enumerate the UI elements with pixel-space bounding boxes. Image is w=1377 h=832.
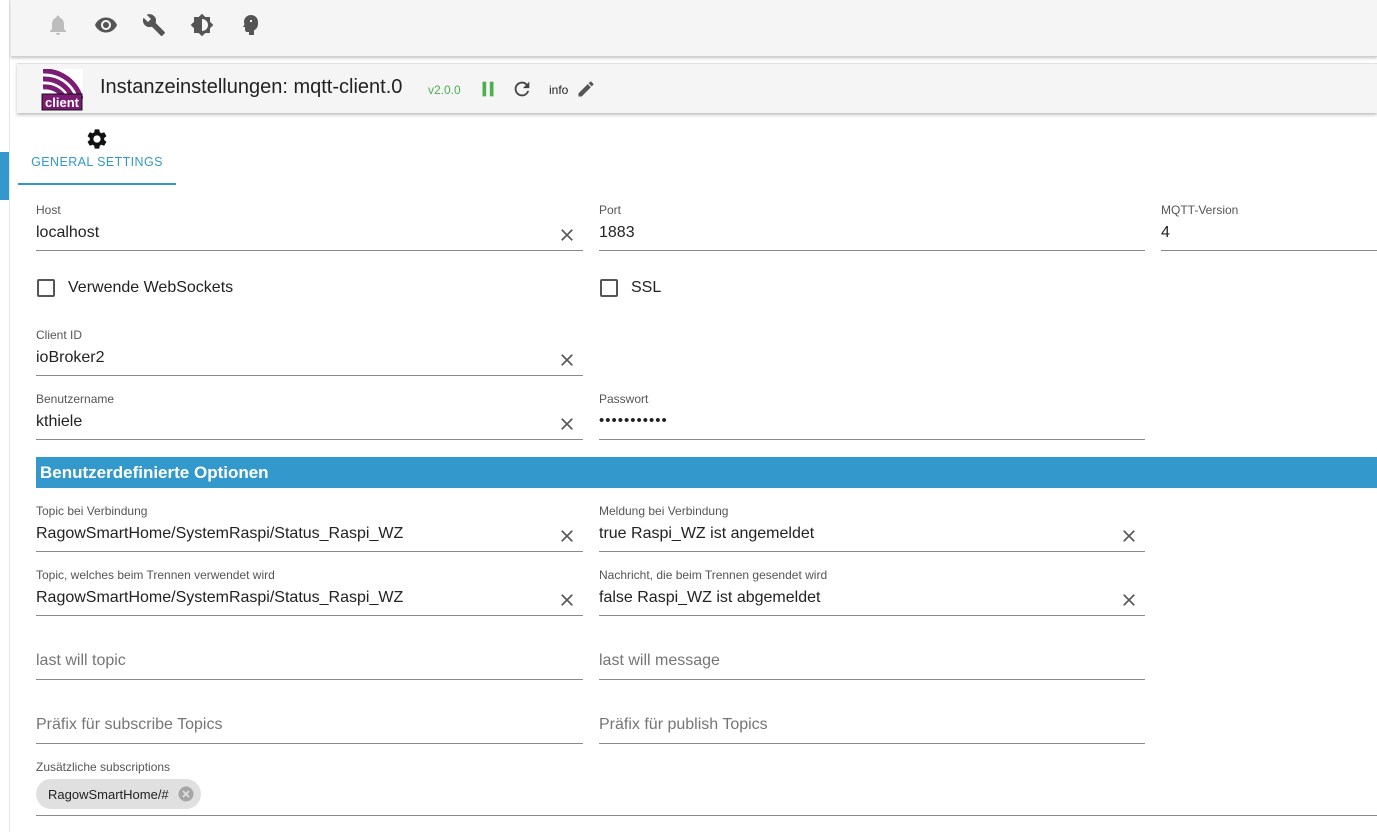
clear-host-button[interactable] [557, 225, 577, 245]
refresh-icon [514, 81, 530, 97]
host-input[interactable]: localhost [36, 224, 99, 242]
disconnect-topic-field[interactable]: Topic, welches beim Trennen verwendet wi… [36, 568, 583, 616]
disconnect-message-label: Nachricht, die beim Trennen gesendet wir… [599, 568, 828, 582]
clear-disconnect-message-button[interactable] [1119, 590, 1139, 610]
clear-connect-message-button[interactable] [1119, 526, 1139, 546]
brightness-icon[interactable] [189, 12, 215, 38]
publish-prefix-field[interactable]: Präfix für publish Topics [599, 696, 1145, 744]
clear-client-id-button[interactable] [557, 350, 577, 370]
checkbox-icon[interactable] [600, 279, 618, 297]
connect-message-field[interactable]: Meldung bei Verbindung true Raspi_WZ ist… [599, 504, 1145, 552]
password-input[interactable]: ••••••••••• [599, 412, 668, 429]
reload-button[interactable] [510, 77, 534, 101]
section-title: Benutzerdefinierte Optionen [40, 463, 269, 482]
client-id-input[interactable]: ioBroker2 [36, 349, 104, 367]
last-will-topic-input[interactable]: last will topic [36, 652, 126, 670]
client-id-label: Client ID [36, 328, 83, 342]
password-field[interactable]: Passwort ••••••••••• [599, 392, 1145, 440]
info-label: info [549, 83, 569, 97]
wrench-icon[interactable] [141, 12, 167, 38]
bell-icon[interactable] [45, 12, 71, 38]
adapter-logo: client [41, 68, 84, 111]
mqtt-version-input[interactable]: 4 [1161, 224, 1170, 242]
gear-icon [87, 129, 107, 149]
connect-message-label: Meldung bei Verbindung [599, 504, 729, 518]
ssl-label: SSL [631, 279, 662, 296]
eye-icon[interactable] [93, 12, 119, 38]
username-field[interactable]: Benutzername kthiele [36, 392, 583, 440]
connect-topic-input[interactable]: RagowSmartHome/SystemRaspi/Status_Raspi_… [36, 525, 403, 543]
connect-message-input[interactable]: true Raspi_WZ ist angemeldet [599, 525, 814, 543]
clear-username-button[interactable] [557, 414, 577, 434]
clear-connect-topic-button[interactable] [557, 526, 577, 546]
checkbox-icon[interactable] [37, 279, 55, 297]
ssl-checkbox[interactable]: SSL [600, 276, 661, 300]
username-label: Benutzername [36, 392, 115, 406]
port-field[interactable]: Port 1883 [599, 203, 1145, 251]
connect-topic-field[interactable]: Topic bei Verbindung RagowSmartHome/Syst… [36, 504, 583, 552]
last-will-message-input[interactable]: last will message [599, 652, 720, 670]
page-title: Instanzeinstellungen: mqtt-client.0 [100, 76, 403, 98]
host-field[interactable]: Host localhost [36, 203, 583, 251]
top-toolbar [11, 0, 1377, 57]
client-id-field[interactable]: Client ID ioBroker2 [36, 328, 583, 376]
subscriptions-label: Zusätzliche subscriptions [36, 760, 171, 774]
websockets-label: Verwende WebSockets [68, 279, 234, 296]
close-icon [561, 594, 573, 606]
subscription-chip[interactable]: RagowSmartHome/# [36, 779, 201, 809]
pause-icon [482, 81, 494, 97]
edit-info-button[interactable] [574, 77, 598, 101]
custom-options-header: Benutzerdefinierte Optionen [36, 457, 1377, 488]
host-label: Host [36, 203, 61, 217]
disconnect-topic-input[interactable]: RagowSmartHome/SystemRaspi/Status_Raspi_… [36, 589, 403, 607]
tab-general-settings[interactable]: GENERAL SETTINGS [18, 124, 176, 185]
websockets-checkbox[interactable]: Verwende WebSockets [37, 276, 233, 300]
close-icon [561, 530, 573, 542]
version-badge: v2.0.0 [428, 83, 461, 97]
subscriptions-field[interactable]: Zusätzliche subscriptions [36, 760, 1377, 816]
pencil-icon [578, 81, 594, 97]
close-icon [561, 354, 573, 366]
expert-mode-icon[interactable] [237, 12, 263, 38]
username-input[interactable]: kthiele [36, 413, 82, 431]
disconnect-message-input[interactable]: false Raspi_WZ ist abgemeldet [599, 589, 820, 607]
subscribe-prefix-input[interactable]: Präfix für subscribe Topics [36, 716, 222, 734]
last-will-topic-field[interactable]: last will topic [36, 632, 583, 680]
close-icon [1123, 530, 1135, 542]
instance-header: client Instanzeinstellungen: mqtt-client… [17, 63, 1377, 113]
logo-text: client [45, 95, 80, 110]
close-icon [561, 229, 573, 241]
mqtt-version-label: MQTT-Version [1161, 203, 1239, 217]
port-label: Port [599, 203, 622, 217]
pause-button[interactable] [476, 77, 500, 101]
connect-topic-label: Topic bei Verbindung [36, 504, 148, 518]
close-icon [1123, 594, 1135, 606]
chip-label: RagowSmartHome/# [48, 786, 169, 802]
mqtt-version-field[interactable]: MQTT-Version 4 [1161, 203, 1377, 251]
publish-prefix-input[interactable]: Präfix für publish Topics [599, 716, 768, 734]
left-sidebar-strip [0, 0, 10, 832]
close-icon [561, 418, 573, 430]
password-label: Passwort [599, 392, 649, 406]
disconnect-topic-label: Topic, welches beim Trennen verwendet wi… [36, 568, 275, 582]
subscribe-prefix-field[interactable]: Präfix für subscribe Topics [36, 696, 583, 744]
remove-chip-icon[interactable] [177, 785, 195, 803]
disconnect-message-field[interactable]: Nachricht, die beim Trennen gesendet wir… [599, 568, 1145, 616]
tab-label: GENERAL SETTINGS [31, 155, 163, 169]
clear-disconnect-topic-button[interactable] [557, 590, 577, 610]
port-input[interactable]: 1883 [599, 224, 635, 242]
sidebar-active-indicator [0, 152, 9, 200]
last-will-message-field[interactable]: last will message [599, 632, 1145, 680]
